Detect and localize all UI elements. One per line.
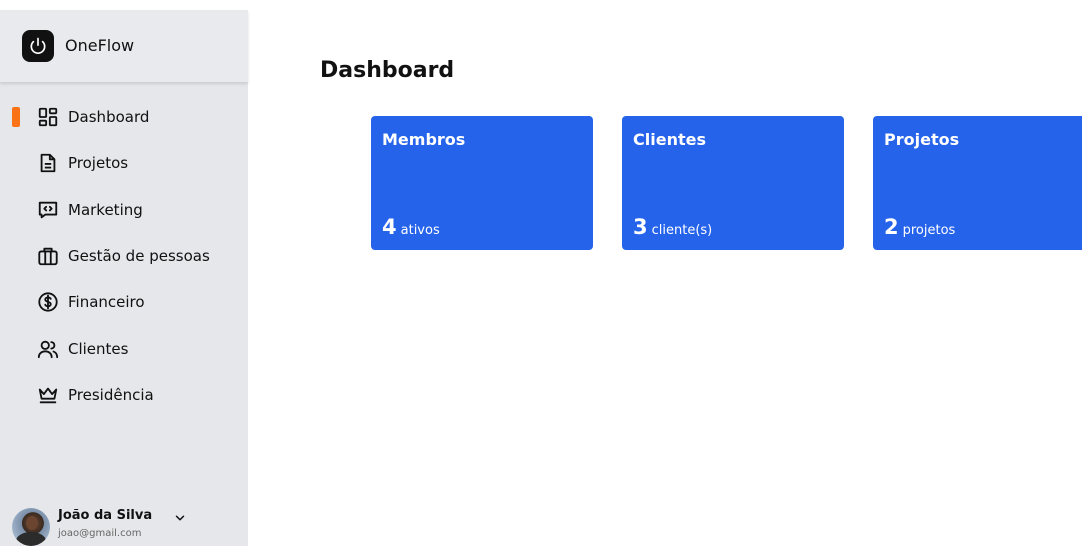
chevron-down-icon[interactable] bbox=[172, 510, 188, 526]
active-indicator bbox=[12, 107, 20, 127]
card-value: 2 projetos bbox=[884, 215, 955, 239]
card-number: 2 bbox=[884, 215, 899, 239]
card-title: Membros bbox=[382, 130, 466, 149]
sidebar-item-presidencia[interactable]: Presidência bbox=[0, 372, 248, 418]
card-value: 4 ativos bbox=[382, 215, 440, 239]
card-value: 3 cliente(s) bbox=[633, 215, 712, 239]
card-number: 4 bbox=[382, 215, 397, 239]
document-icon bbox=[37, 152, 59, 174]
sidebar-item-gestao-de-pessoas[interactable]: Gestão de pessoas bbox=[0, 233, 248, 279]
stat-card-projetos[interactable]: Projetos 2 projetos bbox=[873, 116, 1082, 250]
stat-card-clientes[interactable]: Clientes 3 cliente(s) bbox=[622, 116, 844, 250]
sidebar-item-dashboard[interactable]: Dashboard bbox=[0, 94, 248, 140]
card-unit: ativos bbox=[400, 223, 440, 238]
card-title: Clientes bbox=[633, 130, 706, 149]
sidebar-item-financeiro[interactable]: Financeiro bbox=[0, 279, 248, 325]
sidebar-item-label: Financeiro bbox=[68, 293, 145, 312]
user-profile[interactable]: João da Silva joao@gmail.com bbox=[12, 504, 242, 546]
sidebar-item-projetos[interactable]: Projetos bbox=[0, 140, 248, 186]
card-number: 3 bbox=[633, 215, 648, 239]
avatar bbox=[12, 508, 50, 546]
sidebar-item-label: Dashboard bbox=[68, 108, 150, 127]
card-title: Projetos bbox=[884, 130, 960, 149]
stat-card-membros[interactable]: Membros 4 ativos bbox=[371, 116, 593, 250]
sidebar: OneFlow Dashboard Projetos Marketing Ges… bbox=[0, 10, 248, 546]
sidebar-item-clientes[interactable]: Clientes bbox=[0, 325, 248, 371]
power-icon bbox=[22, 30, 54, 62]
chat-code-icon bbox=[37, 199, 59, 221]
card-unit: projetos bbox=[902, 223, 956, 238]
sidebar-item-label: Presidência bbox=[68, 385, 154, 404]
sidebar-item-label: Clientes bbox=[68, 339, 129, 358]
sidebar-item-label: Gestão de pessoas bbox=[68, 247, 210, 266]
sidebar-nav: Dashboard Projetos Marketing Gestão de p… bbox=[0, 94, 248, 418]
dollar-circle-icon bbox=[37, 291, 59, 313]
app: OneFlow Dashboard Projetos Marketing Ges… bbox=[0, 0, 1082, 546]
briefcase-icon bbox=[37, 245, 59, 267]
user-name: João da Silva bbox=[58, 508, 153, 523]
users-icon bbox=[37, 338, 59, 360]
crown-icon bbox=[37, 384, 59, 406]
card-unit: cliente(s) bbox=[651, 223, 713, 238]
user-email: joao@gmail.com bbox=[58, 528, 142, 539]
brand-name: OneFlow bbox=[65, 36, 135, 55]
dashboard-icon bbox=[37, 106, 59, 128]
page-title: Dashboard bbox=[320, 58, 455, 83]
sidebar-item-marketing[interactable]: Marketing bbox=[0, 187, 248, 233]
brand-header[interactable]: OneFlow bbox=[0, 10, 248, 82]
sidebar-item-label: Marketing bbox=[68, 200, 143, 219]
sidebar-item-label: Projetos bbox=[68, 154, 129, 173]
